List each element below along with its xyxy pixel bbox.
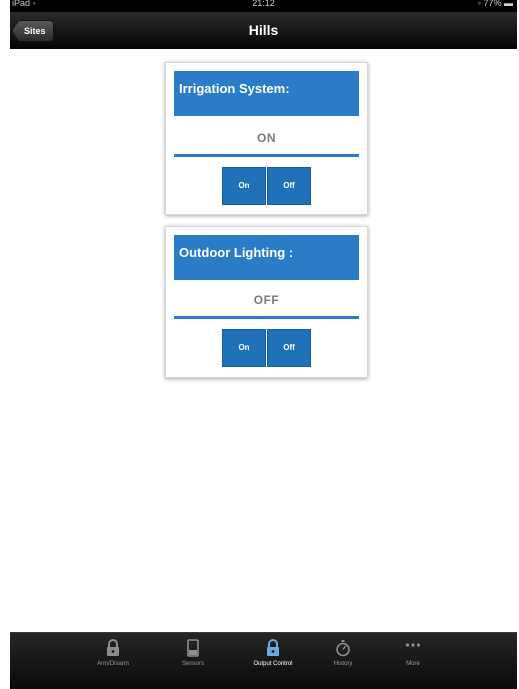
tab-label: Output Control [253,661,293,667]
on-button[interactable]: On [222,167,266,205]
padlock-icon [267,639,279,656]
clock-label: 21:12 [252,0,275,8]
back-button-sites[interactable]: Sites [12,20,54,42]
card-title: Outdoor Lighting : [174,235,359,280]
off-button[interactable]: Off [267,329,311,367]
tab-output-control[interactable]: Output Control [233,633,313,689]
tab-bar: Arm/Disarm Sensors Output Control Histor… [10,632,517,689]
status-label: ON [257,131,276,145]
more-dots-icon [405,643,421,647]
content-area: Irrigation System: ON On Off Outdoor Lig… [10,49,517,631]
card-title: Irrigation System: [174,71,359,116]
divider [174,154,359,157]
status-bar: iPad ◦ 21:12 ◦ 77% ▬ [10,0,517,12]
padlock-icon [107,639,119,656]
output-card-lighting: Outdoor Lighting : OFF On Off [165,226,368,378]
battery-indicator: ◦ 77% ▬ [477,0,513,8]
output-card-irrigation: Irrigation System: ON On Off [165,62,368,215]
tab-label: More [406,661,420,667]
tab-label: History [333,661,353,667]
app-frame: iPad ◦ 21:12 ◦ 77% ▬ Hills Sites Irrigat… [10,0,517,689]
on-button[interactable]: On [222,329,266,367]
stopwatch-icon [336,640,350,657]
page-title: Hills [248,22,279,38]
tab-history[interactable]: History [303,633,383,689]
status-label: OFF [253,293,280,307]
divider [174,316,359,319]
door-sensor-icon [187,639,199,657]
tab-sensors[interactable]: Sensors [153,633,233,689]
tab-arm-disarm[interactable]: Arm/Disarm [73,633,153,689]
off-button[interactable]: Off [267,167,311,205]
tab-label: Arm/Disarm [97,661,129,667]
navigation-bar: Hills Sites [10,12,517,49]
tab-label: Sensors [181,661,204,667]
tab-more[interactable]: More [373,633,453,689]
